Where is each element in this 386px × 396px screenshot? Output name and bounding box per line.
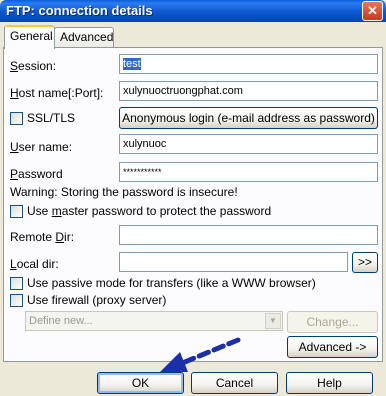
username-value: xulynuoc [123, 138, 167, 150]
master-password-label-pre: Use [27, 204, 52, 218]
password-warning: Warning: Storing the password is insecur… [10, 185, 238, 199]
tab-general[interactable]: General [4, 25, 55, 49]
browse-local-dir-button[interactable]: >> [352, 252, 378, 273]
host-label-rest: ost name[:Port]: [18, 86, 104, 100]
session-label-key: S [10, 59, 19, 73]
master-password-label-rest: aster password to protect the password [61, 204, 272, 218]
host-input[interactable]: xulynuoctruongphat.com [119, 81, 378, 101]
session-input[interactable]: test [119, 54, 378, 74]
change-proxy-button[interactable]: Change... [287, 311, 378, 333]
ssl-checkbox[interactable] [10, 112, 23, 125]
remote-dir-label-rest: ir: [64, 230, 75, 244]
password-input[interactable]: *********** [119, 162, 378, 182]
master-password-label-key: m [51, 204, 62, 218]
host-value: xulynuoctruongphat.com [123, 85, 243, 97]
passive-mode-checkbox[interactable] [10, 277, 23, 290]
password-value: *********** [123, 167, 162, 177]
user-label: User name: [10, 140, 72, 154]
advanced-button[interactable]: Advanced -> [287, 336, 378, 358]
remote-dir-label-key: D [55, 230, 65, 244]
chevron-down-icon: ▼ [265, 313, 281, 329]
local-dir-label-rest: ocal dir: [16, 257, 59, 271]
help-button[interactable]: Help [286, 372, 373, 394]
local-dir-input[interactable] [119, 252, 348, 272]
close-button[interactable]: ✕ [362, 1, 383, 21]
ok-button[interactable]: OK [97, 372, 184, 394]
local-dir-label-key: L [10, 257, 17, 271]
session-label-rest: ession: [18, 59, 57, 73]
passive-mode-label: Use passive mode for transfers (like a W… [27, 276, 316, 290]
window-title: FTP: connection details [6, 3, 153, 18]
password-label-key: P [10, 167, 19, 181]
ssl-label: SSL/TLS [27, 111, 76, 125]
host-label: Host name[:Port]: [10, 86, 103, 100]
firewall-label: Use firewall (proxy server) [27, 293, 167, 307]
session-label: Session: [10, 59, 56, 73]
remote-dir-label: Remote Dir: [10, 230, 74, 244]
remote-dir-label-pre: Remote [10, 230, 56, 244]
firewall-checkbox[interactable] [10, 294, 23, 307]
password-label-rest: assword [18, 167, 63, 181]
master-password-label: Use master password to protect the passw… [27, 204, 271, 218]
user-label-rest: ser name: [18, 140, 73, 154]
proxy-select[interactable]: Define new... ▼ [25, 311, 283, 331]
close-icon: ✕ [367, 3, 378, 18]
tab-advanced[interactable]: Advanced [54, 27, 114, 47]
password-label: Password [10, 167, 63, 181]
user-label-key: U [10, 140, 19, 154]
local-dir-label: Local dir: [10, 257, 59, 271]
cancel-button[interactable]: Cancel [191, 372, 278, 394]
proxy-select-value: Define new... [29, 315, 93, 327]
session-value: test [123, 58, 141, 70]
remote-dir-input[interactable] [119, 225, 378, 245]
master-password-checkbox[interactable] [10, 205, 23, 218]
anonymous-login-button[interactable]: Anonymous login (e-mail address as passw… [119, 107, 378, 129]
window-titlebar: FTP: connection details ✕ [0, 0, 386, 22]
username-input[interactable]: xulynuoc [119, 134, 378, 154]
host-label-key: H [10, 86, 19, 100]
